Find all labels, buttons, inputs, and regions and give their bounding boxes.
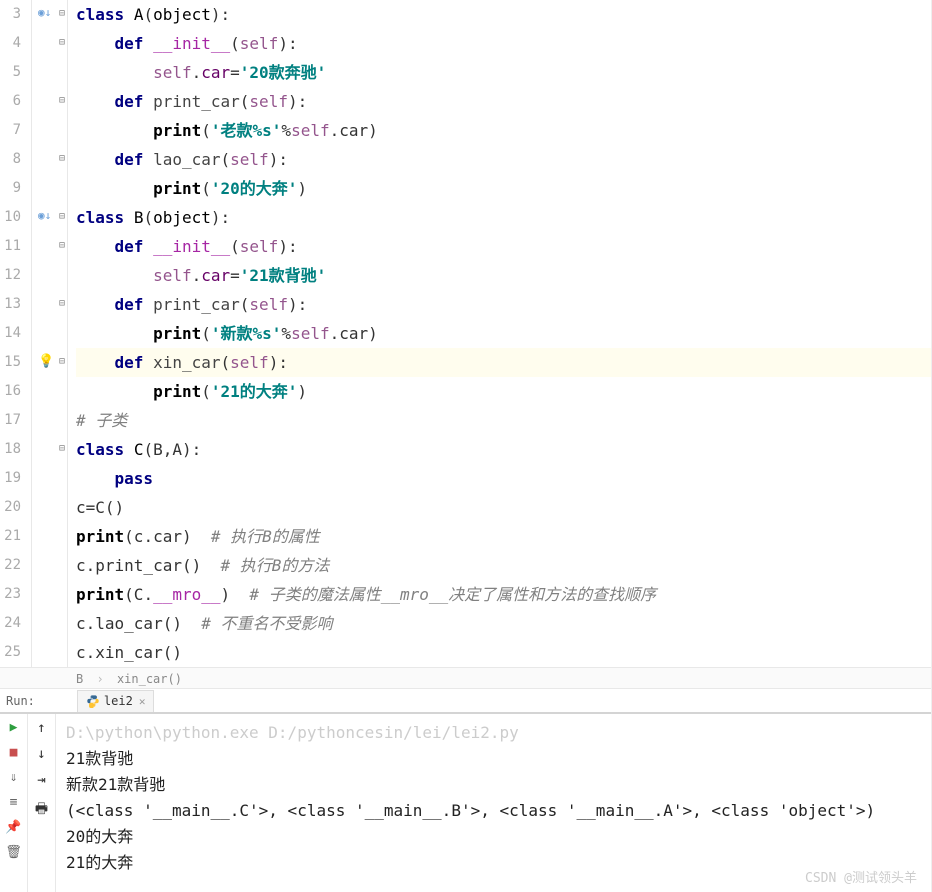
code-line[interactable]: def xin_car(self): [76, 348, 931, 377]
code-line[interactable]: class C(B,A): [76, 435, 931, 464]
fold-icon[interactable]: ⊟ [59, 356, 65, 367]
code-line[interactable]: print(c.car) # 执行B的属性 [76, 522, 931, 551]
code-line[interactable]: def print_car(self): [76, 290, 931, 319]
line-number: 4 [0, 29, 21, 58]
line-number: 13 [0, 290, 21, 319]
output-line: 21款背驰 [66, 746, 921, 772]
fold-icon[interactable]: ⊟ [59, 153, 65, 164]
up-icon[interactable]: ↑ [37, 720, 45, 736]
code-line[interactable]: def __init__(self): [76, 232, 931, 261]
fold-icon[interactable]: ⊟ [59, 211, 65, 222]
close-icon[interactable]: ✕ [139, 695, 146, 708]
code-line[interactable]: def lao_car(self): [76, 145, 931, 174]
fold-icon[interactable]: ⊟ [59, 8, 65, 19]
code-line[interactable]: print('老款%s'%self.car) [76, 116, 931, 145]
run-panel-label: Run: [0, 694, 41, 708]
code-line[interactable]: def __init__(self): [76, 29, 931, 58]
down-icon[interactable]: ↓ [37, 746, 45, 762]
python-icon [86, 694, 100, 708]
code-line[interactable]: c.lao_car() # 不重名不受影响 [76, 609, 931, 638]
run-toolbar-right: ↑ ↓ ⇥ 🖶 [28, 714, 56, 892]
line-number: 14 [0, 319, 21, 348]
code-line[interactable]: class B(object): [76, 203, 931, 232]
line-number: 6 [0, 87, 21, 116]
code-line[interactable]: c.print_car() # 执行B的方法 [76, 551, 931, 580]
code-line[interactable]: print('21的大奔') [76, 377, 931, 406]
run-toolbar-left: ▶ ■ ⇓ ≡ 📌 🗑 [0, 714, 28, 892]
run-tab-label: lei2 [104, 694, 133, 708]
run-panel: ▶ ■ ⇓ ≡ 📌 🗑 ↑ ↓ ⇥ 🖶 D:\python\python.exe… [0, 713, 931, 892]
line-number: 5 [0, 58, 21, 87]
fold-icon[interactable]: ⊟ [59, 443, 65, 454]
fold-icon[interactable]: ⊟ [59, 37, 65, 48]
fold-icon[interactable]: ⊟ [59, 298, 65, 309]
code-content[interactable]: class A(object): def __init__(self): sel… [68, 0, 931, 667]
code-line[interactable]: print('新款%s'%self.car) [76, 319, 931, 348]
line-number: 7 [0, 116, 21, 145]
print-icon[interactable]: 🖶 [35, 798, 48, 822]
code-line[interactable]: print(C.__mro__) # 子类的魔法属性__mro__决定了属性和方… [76, 580, 931, 609]
code-line[interactable]: # 子类 [76, 406, 931, 435]
line-number: 3 [0, 0, 21, 29]
output-line: 新款21款背驰 [66, 772, 921, 798]
code-line[interactable]: pass [76, 464, 931, 493]
line-number: 10 [0, 203, 21, 232]
line-number: 21 [0, 522, 21, 551]
line-number: 19 [0, 464, 21, 493]
trash-icon[interactable]: 🗑 [5, 845, 22, 860]
line-number: 17 [0, 406, 21, 435]
line-number: 16 [0, 377, 21, 406]
line-number: 11 [0, 232, 21, 261]
output-line: 20的大奔 [66, 824, 921, 850]
code-line[interactable]: def print_car(self): [76, 87, 931, 116]
output-line: (<class '__main__.C'>, <class '__main__.… [66, 798, 921, 824]
wrap-icon[interactable]: ⇥ [37, 772, 45, 788]
pin-icon[interactable]: 📌 [5, 820, 21, 835]
line-number: 22 [0, 551, 21, 580]
chevron-right-icon: › [96, 672, 103, 686]
code-line[interactable]: self.car='20款奔驰' [76, 58, 931, 87]
line-number: 9 [0, 174, 21, 203]
bulb-icon[interactable]: 💡 [38, 354, 54, 369]
line-number: 23 [0, 580, 21, 609]
line-number: 25 [0, 638, 21, 667]
line-number: 8 [0, 145, 21, 174]
line-number: 18 [0, 435, 21, 464]
code-line[interactable]: print('20的大奔') [76, 174, 931, 203]
output-line: D:\python\python.exe D:/pythoncesin/lei/… [66, 720, 921, 746]
run-tab[interactable]: lei2 ✕ [77, 690, 155, 712]
line-number: 12 [0, 261, 21, 290]
stop-icon[interactable]: ■ [10, 745, 18, 760]
override-icon[interactable]: ◉↓ [38, 209, 51, 222]
watermark: CSDN @测试领头羊 [805, 867, 917, 886]
breadcrumb[interactable]: B › xin_car() [0, 667, 931, 689]
code-editor[interactable]: 345678910111213141516171819202122232425 … [0, 0, 931, 667]
override-icon[interactable]: ◉↓ [38, 6, 51, 19]
code-line[interactable]: class A(object): [76, 0, 931, 29]
code-line[interactable]: self.car='21款背驰' [76, 261, 931, 290]
output-line: 21的大奔 [66, 850, 921, 876]
code-line[interactable]: c=C() [76, 493, 931, 522]
console-output[interactable]: D:\python\python.exe D:/pythoncesin/lei/… [56, 714, 931, 892]
export-icon[interactable]: ≡ [10, 795, 18, 810]
breadcrumb-function[interactable]: xin_car() [117, 672, 182, 686]
fold-marker-column: ◉↓ ⊟ ⊟ ⊟ ⊟ ◉↓ ⊟ ⊟ ⊟ 💡 ⊟ ⊟ [32, 0, 68, 667]
fold-icon[interactable]: ⊟ [59, 240, 65, 251]
run-icon[interactable]: ▶ [10, 720, 18, 735]
rerun-icon[interactable]: ⇓ [10, 770, 18, 785]
line-number: 15 [0, 348, 21, 377]
fold-icon[interactable]: ⊟ [59, 95, 65, 106]
code-line[interactable]: c.xin_car() [76, 638, 931, 667]
line-number: 20 [0, 493, 21, 522]
breadcrumb-class[interactable]: B [76, 672, 83, 686]
line-number: 24 [0, 609, 21, 638]
line-number-gutter: 345678910111213141516171819202122232425 [0, 0, 32, 667]
